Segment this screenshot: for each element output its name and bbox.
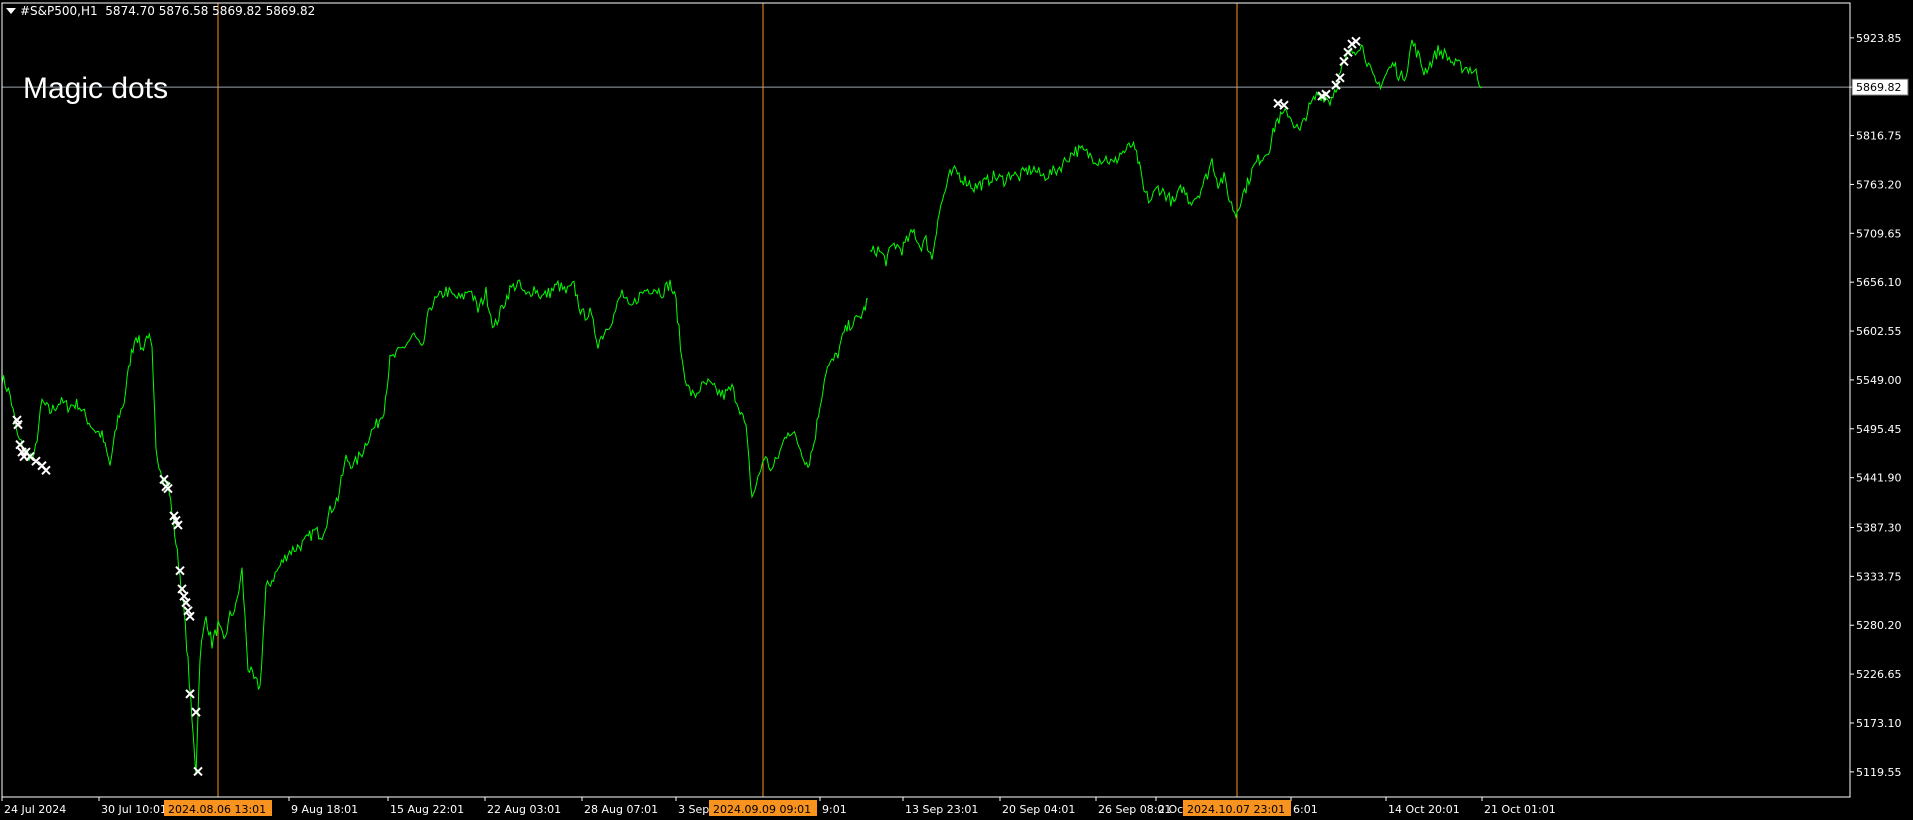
price-tick-label: 5763.20 — [1856, 178, 1902, 191]
time-tick-label: 28 Aug 07:01 — [584, 803, 658, 816]
time-tick-label: 3 Sep — [678, 803, 709, 816]
current-price-label: 5869.82 — [1856, 81, 1902, 94]
time-tick-label: 22 Aug 03:01 — [487, 803, 561, 816]
price-tick-label: 5816.75 — [1856, 130, 1902, 143]
ohlc-values: 5874.70 5876.58 5869.82 5869.82 — [105, 4, 316, 18]
time-tick-label: 21 Oct 01:01 — [1484, 803, 1556, 816]
time-tick-label: 14 Oct 20:01 — [1388, 803, 1460, 816]
symbol-timeframe: #S&P500,H1 — [20, 4, 98, 18]
price-tick-label: 5495.45 — [1856, 423, 1902, 436]
time-tick-label: 20 Sep 04:01 — [1002, 803, 1075, 816]
chart-menu-arrow-icon[interactable] — [6, 8, 16, 14]
price-tick-label: 5173.10 — [1856, 717, 1902, 730]
price-tick-label: 5333.75 — [1856, 570, 1902, 583]
chart-header: #S&P500,H1 5874.70 5876.58 5869.82 5869.… — [20, 4, 315, 18]
highlighted-date-label: 2024.10.07 23:01 — [1187, 803, 1285, 816]
price-tick-label: 5923.85 — [1856, 32, 1902, 45]
time-tick-label: 9:01 — [822, 803, 847, 816]
price-tick-label: 5119.55 — [1856, 766, 1902, 779]
time-tick-label: 13 Sep 23:01 — [905, 803, 978, 816]
time-tick-label: 30 Jul 10:01 — [101, 803, 167, 816]
price-tick-label: 5656.10 — [1856, 276, 1902, 289]
price-tick-label: 5709.65 — [1856, 227, 1902, 240]
chart-canvas[interactable]: 5923.85 5869.82 5816.75 5763.20 5709.65 5656.… — [0, 0, 1913, 820]
highlighted-date-label: 2024.08.06 13:01 — [168, 803, 266, 816]
chart-background — [0, 0, 1913, 820]
price-tick-label: 5602.55 — [1856, 325, 1902, 338]
time-tick-label: 15 Aug 22:01 — [390, 803, 464, 816]
price-tick-label: 5549.00 — [1856, 374, 1902, 387]
price-tick-label: 5387.30 — [1856, 521, 1902, 534]
time-tick-label: 2 Oc — [1158, 803, 1183, 816]
price-tick-label: 5226.65 — [1856, 668, 1902, 681]
magic-dots-label: Magic dots — [23, 72, 169, 105]
price-tick-label: 5441.90 — [1856, 472, 1902, 485]
time-tick-label: 24 Jul 2024 — [4, 803, 66, 816]
highlighted-date-label: 2024.09.09 09:01 — [713, 803, 811, 816]
time-tick-label: 6:01 — [1293, 803, 1318, 816]
price-tick-label: 5280.20 — [1856, 619, 1902, 632]
time-tick-label: 9 Aug 18:01 — [291, 803, 358, 816]
